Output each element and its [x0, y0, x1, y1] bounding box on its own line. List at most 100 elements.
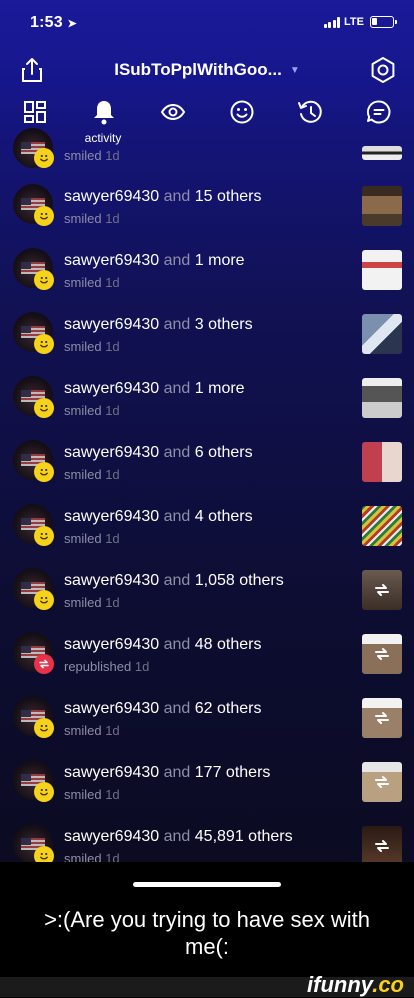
- history-icon: [298, 100, 322, 123]
- post-thumbnail[interactable]: [362, 146, 402, 160]
- others-count[interactable]: 48 others: [195, 636, 262, 653]
- smile-badge-icon: [34, 148, 54, 168]
- list-item[interactable]: smiled 1d: [0, 128, 414, 174]
- list-item[interactable]: sawyer69430 and 4 others smiled 1d: [0, 494, 414, 558]
- username-link[interactable]: sawyer69430: [64, 764, 159, 781]
- others-count[interactable]: 177 others: [195, 764, 271, 781]
- chat-icon: [366, 100, 391, 124]
- tab-bar: activity: [0, 92, 414, 150]
- activity-subtitle: smiled 1d: [64, 467, 120, 482]
- profile-title[interactable]: ISubToPplWithGoo... ▼: [0, 60, 414, 80]
- list-item[interactable]: sawyer69430 and 62 others smiled 1d: [0, 686, 414, 750]
- smile-badge-icon: [34, 334, 54, 354]
- bell-icon: [94, 101, 114, 125]
- activity-subtitle: smiled 1d: [64, 275, 120, 290]
- republish-icon: [375, 648, 389, 660]
- network-label: LTE: [344, 16, 364, 28]
- others-count[interactable]: 1 more: [195, 380, 245, 397]
- post-thumbnail[interactable]: [362, 314, 402, 354]
- list-item[interactable]: sawyer69430 and 1 more smiled 1d: [0, 238, 414, 302]
- republish-icon: [375, 840, 389, 852]
- tab-chats[interactable]: [359, 98, 399, 138]
- username-link[interactable]: sawyer69430: [64, 252, 159, 269]
- activity-title: sawyer69430 and 1,058 others: [64, 572, 284, 589]
- home-indicator[interactable]: [133, 882, 281, 887]
- list-item[interactable]: sawyer69430 and 3 others smiled 1d: [0, 302, 414, 366]
- header-bar: ISubToPplWithGoo... ▼: [0, 48, 414, 92]
- activity-title: sawyer69430 and 1 more: [64, 380, 245, 397]
- activity-feed[interactable]: smiled 1d sawyer69430 and 15 others smil…: [0, 128, 414, 862]
- post-thumbnail[interactable]: [362, 506, 402, 546]
- smile-badge-icon: [34, 270, 54, 290]
- smile-badge-icon: [34, 206, 54, 226]
- activity-title: sawyer69430 and 6 others: [64, 444, 253, 461]
- list-item[interactable]: sawyer69430 and 1,058 others smiled 1d: [0, 558, 414, 622]
- smile-badge-icon: [34, 846, 54, 862]
- others-count[interactable]: 45,891 others: [195, 828, 293, 845]
- others-count[interactable]: 3 others: [195, 316, 253, 333]
- username-link[interactable]: sawyer69430: [64, 572, 159, 589]
- smiley-icon: [230, 100, 254, 124]
- post-thumbnail[interactable]: [362, 634, 402, 674]
- list-item[interactable]: sawyer69430 and 48 others republished 1d: [0, 622, 414, 686]
- list-item[interactable]: sawyer69430 and 15 others smiled 1d: [0, 174, 414, 238]
- signal-icon: [323, 16, 341, 28]
- smile-badge-icon: [34, 590, 54, 610]
- list-item[interactable]: sawyer69430 and 45,891 others smiled 1d: [0, 814, 414, 862]
- others-count[interactable]: 1,058 others: [195, 572, 284, 589]
- activity-subtitle: smiled 1d: [64, 531, 120, 546]
- others-count[interactable]: 62 others: [195, 700, 262, 717]
- smile-badge-icon: [34, 718, 54, 738]
- activity-subtitle: republished 1d: [64, 659, 150, 674]
- others-count[interactable]: 6 others: [195, 444, 253, 461]
- smile-badge-icon: [34, 462, 54, 482]
- list-item[interactable]: sawyer69430 and 6 others smiled 1d: [0, 430, 414, 494]
- activity-title: sawyer69430 and 177 others: [64, 764, 271, 781]
- app-screen: 1:53 ➤ LTE ISubToPplWithGoo... ▼ activit…: [0, 0, 414, 862]
- smile-badge-icon: [34, 526, 54, 546]
- username-link[interactable]: sawyer69430: [64, 508, 159, 525]
- republish-badge-icon: [34, 654, 54, 674]
- others-count[interactable]: 15 others: [195, 188, 262, 205]
- username-link[interactable]: sawyer69430: [64, 636, 159, 653]
- list-item[interactable]: sawyer69430 and 177 others smiled 1d: [0, 750, 414, 814]
- chevron-down-icon: ▼: [289, 65, 300, 76]
- smile-badge-icon: [34, 398, 54, 418]
- activity-title: sawyer69430 and 4 others: [64, 508, 253, 525]
- post-thumbnail[interactable]: [362, 762, 402, 802]
- activity-title: sawyer69430 and 3 others: [64, 316, 253, 333]
- activity-subtitle: smiled 1d: [64, 211, 120, 226]
- activity-title: sawyer69430 and 1 more: [64, 252, 245, 269]
- republish-icon: [375, 776, 389, 788]
- eye-icon: [160, 103, 186, 121]
- activity-subtitle: smiled 1d: [64, 851, 120, 862]
- username-link[interactable]: sawyer69430: [64, 188, 159, 205]
- activity-subtitle: smiled 1d: [64, 403, 120, 418]
- post-thumbnail[interactable]: [362, 698, 402, 738]
- profile-title-text: ISubToPplWithGoo...: [114, 60, 282, 79]
- post-thumbnail[interactable]: [362, 378, 402, 418]
- ifunny-watermark: ifunny.co: [307, 972, 404, 997]
- username-link[interactable]: sawyer69430: [64, 700, 159, 717]
- post-thumbnail[interactable]: [362, 186, 402, 226]
- activity-subtitle: smiled 1d: [64, 723, 120, 738]
- settings-hexagon-icon[interactable]: [368, 55, 398, 85]
- others-count[interactable]: 4 others: [195, 508, 253, 525]
- list-item[interactable]: sawyer69430 and 1 more smiled 1d: [0, 366, 414, 430]
- battery-icon: [370, 16, 397, 28]
- username-link[interactable]: sawyer69430: [64, 316, 159, 333]
- activity-title: sawyer69430 and 15 others: [64, 188, 262, 205]
- username-link[interactable]: sawyer69430: [64, 444, 159, 461]
- activity-subtitle: smiled 1d: [64, 595, 120, 610]
- username-link[interactable]: sawyer69430: [64, 828, 159, 845]
- activity-title: sawyer69430 and 45,891 others: [64, 828, 293, 845]
- activity-title: sawyer69430 and 62 others: [64, 700, 262, 717]
- post-thumbnail[interactable]: [362, 826, 402, 862]
- post-thumbnail[interactable]: [362, 250, 402, 290]
- others-count[interactable]: 1 more: [195, 252, 245, 269]
- username-link[interactable]: sawyer69430: [64, 380, 159, 397]
- post-thumbnail[interactable]: [362, 442, 402, 482]
- republish-icon: [375, 712, 389, 724]
- status-time: 1:53 ➤: [30, 14, 77, 31]
- post-thumbnail[interactable]: [362, 570, 402, 610]
